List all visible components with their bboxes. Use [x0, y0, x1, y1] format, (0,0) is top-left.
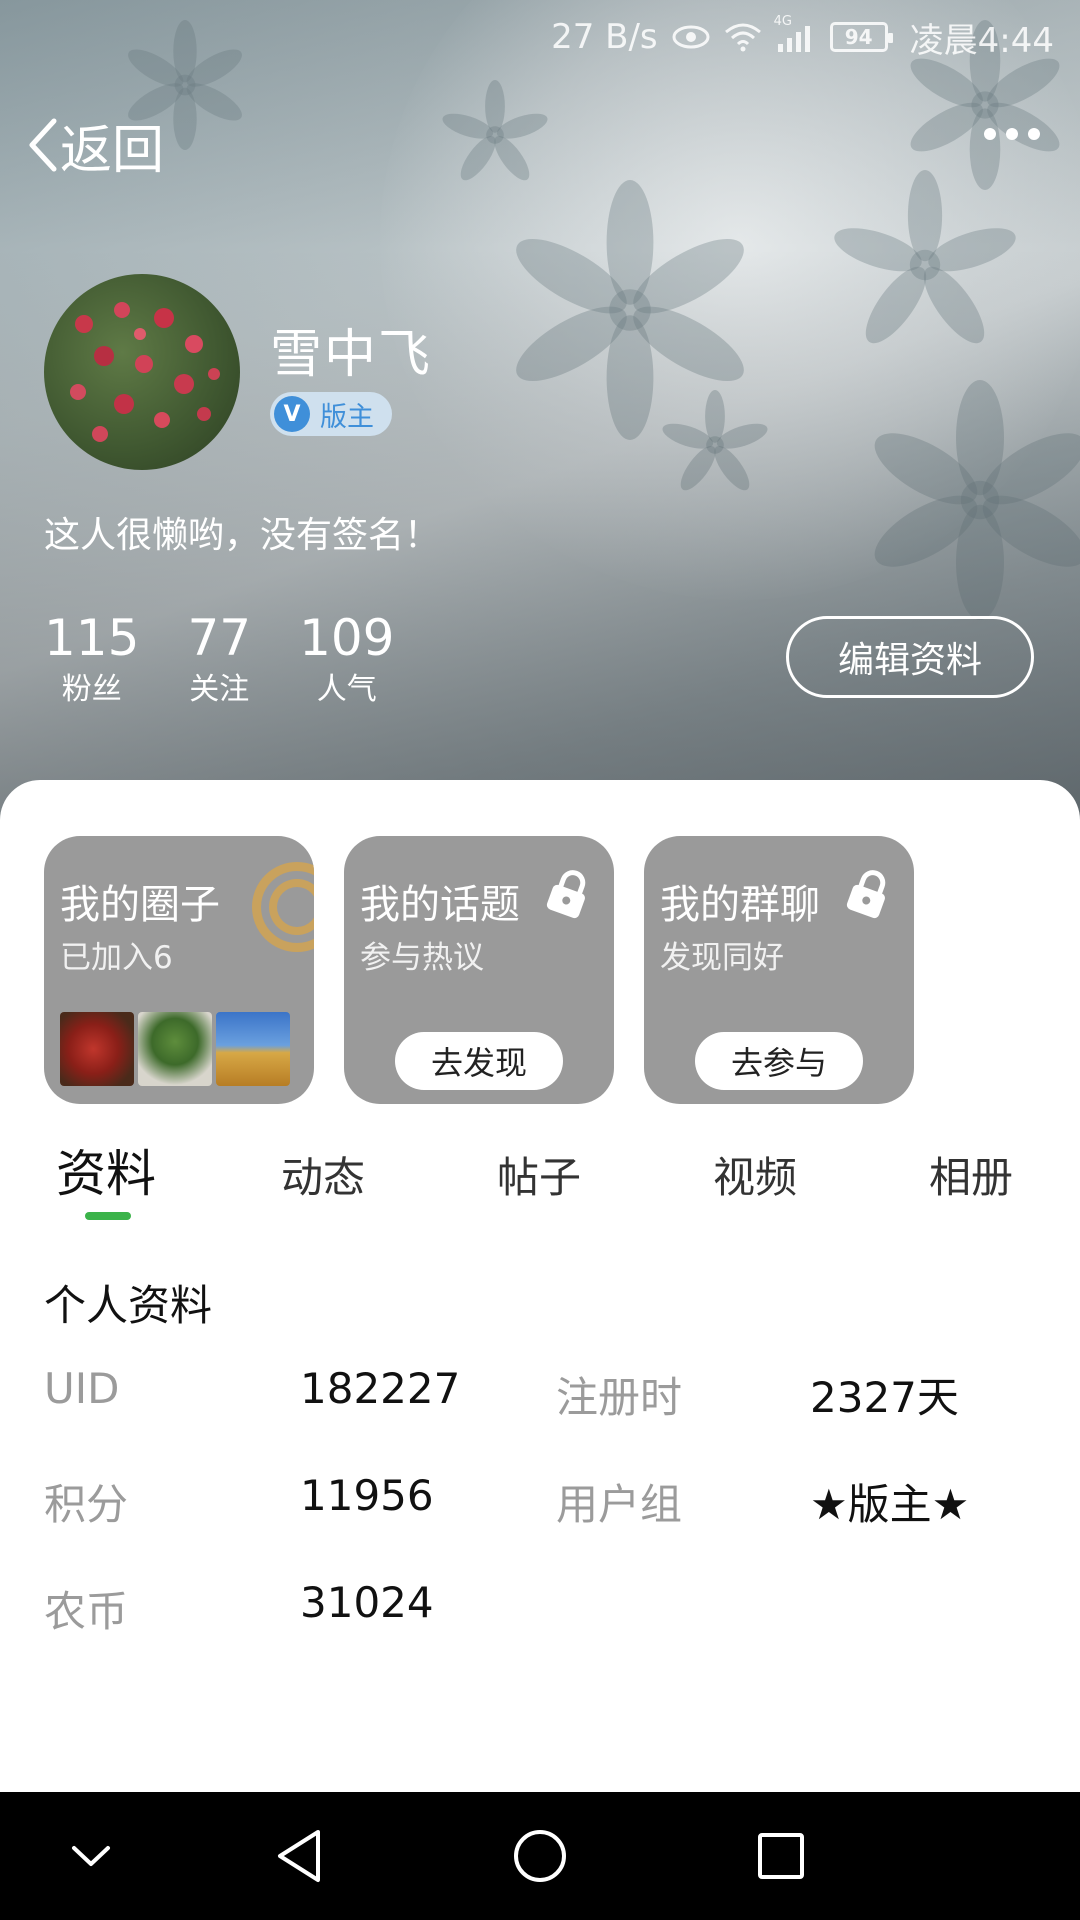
tab-album[interactable]: 相册 — [929, 1144, 1013, 1205]
status-bar: 27 B/s 4G 94 凌晨4:44 — [0, 0, 1080, 74]
role-label: 版主 — [320, 401, 374, 433]
dot-icon — [1028, 128, 1040, 140]
discover-button[interactable]: 去发现 — [395, 1032, 563, 1090]
network-type: 4G — [773, 14, 792, 29]
edit-profile-button[interactable]: 编辑资料 — [786, 616, 1034, 698]
info-row: 积分 11956 用户组 ★版主★ — [44, 1471, 1044, 1531]
avatar[interactable] — [44, 274, 240, 470]
stat-following[interactable]: 77 关注 — [187, 608, 251, 712]
circle-logo-icon — [252, 862, 314, 952]
wifi-icon — [724, 22, 762, 52]
signature: 这人很懒哟，没有签名！ — [44, 515, 441, 556]
stat-fans[interactable]: 115 粉丝 — [44, 608, 139, 712]
stat-value: 109 — [299, 609, 395, 667]
info-row: 农币 31024 — [44, 1578, 1044, 1638]
lock-icon — [846, 870, 886, 919]
stats-row: 115 粉丝 77 关注 109 人气 — [44, 608, 443, 712]
info-key: UID — [44, 1364, 120, 1413]
username: 雪中飞 — [270, 325, 433, 385]
tab-videos[interactable]: 视频 — [713, 1144, 797, 1205]
dot-icon — [1006, 128, 1018, 140]
card-my-group-chats[interactable]: 我的群聊 发现同好 去参与 — [644, 836, 914, 1104]
card-subtitle: 发现同好 — [660, 940, 784, 976]
stat-value: 77 — [187, 609, 252, 667]
stat-label: 粉丝 — [61, 672, 122, 707]
info-value: 11956 — [300, 1471, 434, 1520]
chevron-down-icon[interactable] — [68, 1826, 114, 1886]
info-key: 注册时 — [556, 1373, 683, 1422]
tab-posts[interactable]: 帖子 — [497, 1144, 581, 1205]
recents-square-icon[interactable] — [752, 1826, 808, 1886]
section-title: 个人资料 — [44, 1281, 213, 1330]
battery-level: 94 — [844, 25, 873, 49]
role-badge: V 版主 — [270, 392, 392, 436]
info-key: 农币 — [44, 1587, 129, 1636]
tab-indicator — [85, 1212, 131, 1220]
info-key: 积分 — [44, 1480, 129, 1529]
tab-activity[interactable]: 动态 — [281, 1144, 365, 1205]
stat-popularity[interactable]: 109 人气 — [299, 608, 394, 712]
apple-tree-image — [70, 302, 220, 442]
stat-label: 关注 — [189, 672, 250, 707]
back-triangle-icon[interactable] — [272, 1826, 328, 1886]
stat-label: 人气 — [316, 672, 377, 707]
dot-icon — [984, 128, 996, 140]
system-nav-bar — [0, 1792, 1080, 1920]
tab-bar: 资料 动态 帖子 视频 相册 — [0, 1138, 1080, 1238]
lock-icon — [546, 870, 586, 919]
wheat-thumbnail — [216, 1012, 290, 1086]
info-value: 31024 — [300, 1578, 434, 1627]
info-row: UID 182227 注册时 2327天 — [44, 1364, 1044, 1424]
verified-icon: V — [274, 396, 310, 432]
card-subtitle: 参与热议 — [360, 940, 484, 976]
card-my-circles[interactable]: 我的圈子 已加入6 — [44, 836, 314, 1104]
info-value: 182227 — [300, 1364, 461, 1413]
signal-icon: 4G — [774, 14, 816, 52]
card-title: 我的群聊 — [660, 882, 820, 928]
info-value: ★版主★ — [810, 1480, 970, 1529]
clock: 凌晨4:44 — [909, 20, 1054, 61]
circle-thumbnails — [60, 1012, 290, 1086]
back-button[interactable]: 返回 — [26, 112, 164, 181]
chevron-left-icon — [29, 118, 57, 172]
net-speed: 27 B/s — [551, 17, 658, 57]
eye-icon — [672, 24, 710, 50]
more-options-button[interactable] — [984, 128, 1040, 140]
card-subtitle: 已加入6 — [60, 940, 173, 976]
tab-profile[interactable]: 资料 — [56, 1134, 156, 1206]
stat-value: 115 — [44, 609, 140, 667]
info-key: 用户组 — [556, 1480, 683, 1529]
home-circle-icon[interactable] — [510, 1826, 570, 1886]
join-button[interactable]: 去参与 — [695, 1032, 863, 1090]
card-title: 我的话题 — [360, 882, 520, 928]
info-value: 2327天 — [810, 1373, 959, 1422]
back-label: 返回 — [60, 120, 165, 181]
card-my-topics[interactable]: 我的话题 参与热议 去发现 — [344, 836, 614, 1104]
bonsai-thumbnail — [138, 1012, 212, 1086]
pomegranate-thumbnail — [60, 1012, 134, 1086]
battery-icon: 94 — [829, 22, 893, 52]
card-title: 我的圈子 — [60, 882, 220, 928]
